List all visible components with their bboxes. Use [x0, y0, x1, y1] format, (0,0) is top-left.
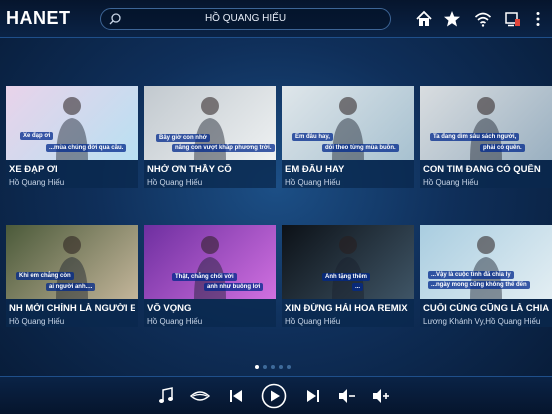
next-icon[interactable]: [303, 386, 323, 406]
song-info[interactable]: NH MỚI CHÍNH LÀ NGƯỜI EM Hồ Quang Hiếu: [6, 299, 138, 327]
song-title[interactable]: NHỚ ƠN THẦY CÔ: [147, 164, 273, 175]
lyric-line-2: ...ngày mong cũng không thể đến: [428, 281, 530, 289]
search-input[interactable]: HỒ QUANG HIẾU: [100, 8, 391, 30]
search-icon: [109, 13, 121, 25]
page-dot[interactable]: [271, 365, 275, 369]
lyric-line-2: anh như buông lơi: [204, 283, 264, 291]
song-card[interactable]: ...Vậy là cuộc tình đã chia ly ...ngày mo…: [420, 225, 552, 327]
song-title[interactable]: VÔ VỌNG: [147, 303, 273, 314]
song-title[interactable]: CON TIM ĐANG CÓ QUÊN: [423, 164, 549, 175]
previous-icon[interactable]: [226, 386, 246, 406]
song-card[interactable]: Khi em chẳng còn ai người anh.... NH MỚI C…: [6, 225, 138, 327]
music-note-icon[interactable]: [156, 386, 176, 406]
song-card[interactable]: Thật, chẳng chối vời anh như buông lơi VÔ …: [144, 225, 276, 327]
song-info[interactable]: EM ĐÂU HAY Hồ Quang Hiếu: [282, 160, 414, 188]
song-thumbnail[interactable]: Bây giờ con nhớ nâng con vượt khắp phương…: [144, 86, 276, 160]
song-card[interactable]: Xe đạp ơi ...mùa chúng đời qua cầu. XE ĐẠP…: [6, 86, 138, 188]
song-artist: Hồ Quang Hiếu: [147, 178, 203, 187]
player-controls-bar: [0, 376, 552, 414]
search-value: HỒ QUANG HIẾU: [204, 13, 287, 24]
more-vertical-icon[interactable]: [529, 10, 547, 28]
home-icon[interactable]: [415, 10, 433, 28]
song-title[interactable]: XE ĐẠP ƠI: [9, 164, 135, 175]
lyric-line-1: Thật, chẳng chối vời: [172, 273, 237, 281]
song-artist: Hồ Quang Hiếu: [147, 317, 203, 326]
top-bar: HANET HỒ QUANG HIẾU: [0, 0, 552, 38]
volume-down-icon[interactable]: [337, 386, 357, 406]
page-dot[interactable]: [287, 365, 291, 369]
song-title[interactable]: CUỐI CÙNG CŨNG LÀ CHIA TAY: [423, 303, 549, 314]
lyric-line-2: phải có quên.: [480, 144, 525, 152]
page-dot[interactable]: [279, 365, 283, 369]
song-card[interactable]: Bây giờ con nhớ nâng con vượt khắp phương…: [144, 86, 276, 188]
song-thumbnail[interactable]: Thật, chẳng chối vời anh như buông lơi: [144, 225, 276, 299]
song-info[interactable]: XE ĐẠP ƠI Hồ Quang Hiếu: [6, 160, 138, 188]
song-artist: Hồ Quang Hiếu: [9, 178, 65, 187]
song-artist: Lương Khánh Vy,Hồ Quang Hiếu: [423, 317, 541, 326]
page-dot[interactable]: [263, 365, 267, 369]
song-title[interactable]: XIN ĐỪNG HÁI HOA REMIX: [285, 303, 411, 314]
song-thumbnail[interactable]: Em đâu hay, dõi theo từng mùa buồn.: [282, 86, 414, 160]
song-info[interactable]: CUỐI CÙNG CŨNG LÀ CHIA TAY Lương Khánh Vy…: [420, 299, 552, 327]
device-screen-icon[interactable]: [504, 10, 522, 28]
song-card[interactable]: Ta đang dìm sâu sách người, phải có quên.…: [420, 86, 552, 188]
song-info[interactable]: VÔ VỌNG Hồ Quang Hiếu: [144, 299, 276, 327]
lyric-line-2: ...: [352, 283, 364, 291]
wifi-icon[interactable]: [474, 10, 492, 28]
app-logo: HANET: [6, 8, 71, 28]
song-thumbnail[interactable]: Xe đạp ơi ...mùa chúng đời qua cầu.: [6, 86, 138, 160]
lyric-line-1: ...Vậy là cuộc tình đã chia ly: [428, 271, 514, 279]
lyric-line-2: ...mùa chúng đời qua cầu.: [46, 144, 127, 152]
song-thumbnail[interactable]: Khi em chẳng còn ai người anh....: [6, 225, 138, 299]
lyric-line-2: nâng con vượt khắp phương trời.: [172, 144, 275, 152]
song-title[interactable]: NH MỚI CHÍNH LÀ NGƯỜI EM: [9, 303, 135, 314]
lyric-line-1: Xe đạp ơi: [20, 132, 54, 140]
lyric-line-1: Khi em chẳng còn: [16, 272, 74, 280]
lyric-line-2: dõi theo từng mùa buồn.: [322, 144, 399, 152]
song-info[interactable]: XIN ĐỪNG HÁI HOA REMIX Hồ Quang Hiếu: [282, 299, 414, 327]
play-icon[interactable]: [261, 383, 287, 409]
singer-figure-icon: [332, 236, 364, 299]
song-thumbnail[interactable]: Anh tặng thêm...: [282, 225, 414, 299]
song-artist: Hồ Quang Hiếu: [285, 317, 341, 326]
volume-up-icon[interactable]: [371, 386, 391, 406]
vocal-lips-icon[interactable]: [190, 386, 210, 406]
song-card[interactable]: Em đâu hay, dõi theo từng mùa buồn. EM ĐÂU…: [282, 86, 414, 188]
song-info[interactable]: NHỚ ƠN THẦY CÔ Hồ Quang Hiếu: [144, 160, 276, 188]
favorites-star-icon[interactable]: [443, 10, 461, 28]
lyric-line-1: Ta đang dìm sâu sách người,: [430, 133, 520, 141]
lyric-line-1: Em đâu hay,: [292, 133, 333, 141]
lyric-line-1: Bây giờ con nhớ: [156, 134, 210, 142]
song-info[interactable]: CON TIM ĐANG CÓ QUÊN Hồ Quang Hiếu: [420, 160, 552, 188]
song-thumbnail[interactable]: ...Vậy là cuộc tình đã chia ly ...ngày mo…: [420, 225, 552, 299]
song-artist: Hồ Quang Hiếu: [423, 178, 479, 187]
song-card[interactable]: Anh tặng thêm... XIN ĐỪNG HÁI HOA REMIX Hồ…: [282, 225, 414, 327]
song-title[interactable]: EM ĐÂU HAY: [285, 164, 411, 175]
song-artist: Hồ Quang Hiếu: [9, 317, 65, 326]
song-thumbnail[interactable]: Ta đang dìm sâu sách người, phải có quên.: [420, 86, 552, 160]
lyric-line-1: Anh tặng thêm: [322, 273, 370, 281]
lyric-line-2: ai người anh....: [46, 283, 96, 291]
page-dot[interactable]: [255, 365, 259, 369]
song-artist: Hồ Quang Hiếu: [285, 178, 341, 187]
